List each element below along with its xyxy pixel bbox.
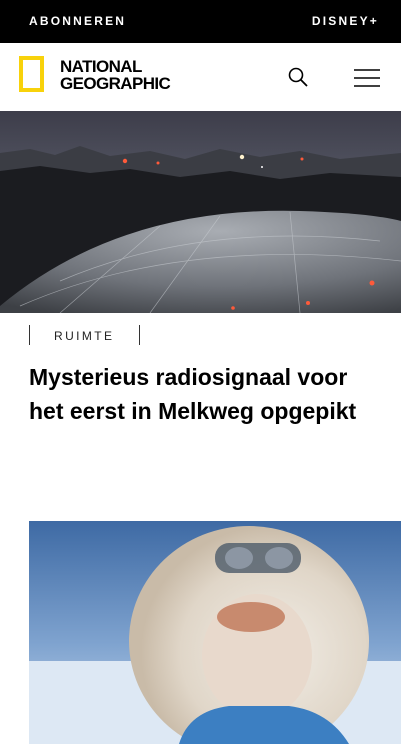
hero-telescope-image[interactable] <box>0 111 401 313</box>
page-edge <box>401 0 414 744</box>
arctic-explorer-image[interactable] <box>29 521 401 744</box>
tag-divider-right <box>139 325 140 345</box>
logo-wordmark: NATIONAL GEOGRAPHIC <box>60 57 171 93</box>
article-headline[interactable]: Mysterieus radiosignaal voor het eerst i… <box>29 360 359 428</box>
logo-frame-icon <box>19 56 44 92</box>
hamburger-menu-icon[interactable] <box>354 68 380 88</box>
logo-line-2: GEOGRAPHIC <box>60 74 171 93</box>
subscribe-link[interactable]: ABONNEREN <box>29 14 126 28</box>
search-icon[interactable] <box>288 67 308 87</box>
logo-line-1: NATIONAL <box>60 57 142 76</box>
tag-divider-left <box>29 325 30 345</box>
category-tag[interactable]: RUIMTE <box>54 329 114 343</box>
disney-plus-link[interactable]: DISNEY+ <box>312 14 379 28</box>
top-bar: ABONNEREN DISNEY+ <box>0 0 401 43</box>
